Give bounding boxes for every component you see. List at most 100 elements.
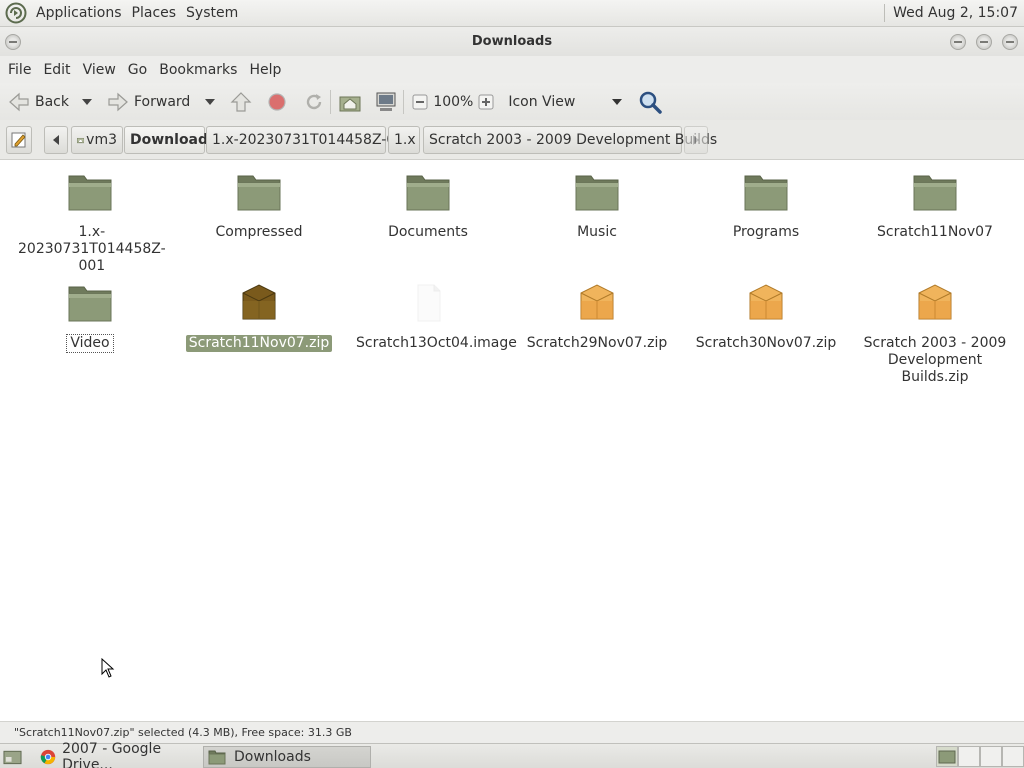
breadcrumb-vm3[interactable]: vm3	[71, 126, 123, 154]
forward-label: Forward	[134, 93, 191, 110]
top-panel: Applications Places System Wed Aug 2, 15…	[0, 0, 1024, 27]
toolbar-separator	[403, 89, 405, 114]
folder-icon	[406, 175, 450, 211]
chevron-down-icon	[205, 98, 216, 105]
archive-icon	[580, 284, 614, 320]
home-button[interactable]	[339, 87, 361, 117]
bottom-panel: 2007 - Google Drive... Downloads	[0, 741, 1024, 768]
window-titlebar[interactable]: Downloads	[0, 27, 1024, 56]
file-item[interactable]: Compressed	[184, 170, 334, 241]
toolbar-separator	[330, 89, 332, 114]
back-history-dropdown[interactable]	[81, 87, 93, 117]
folder-icon	[237, 175, 281, 211]
chevron-down-icon	[82, 98, 92, 105]
breadcrumb-1x[interactable]: 1.x	[388, 126, 420, 154]
maximize-button[interactable]	[976, 34, 992, 50]
menu-file[interactable]: File	[3, 62, 36, 78]
breadcrumb-scratch-builds[interactable]: Scratch 2003 - 2009 Development Builds	[423, 126, 717, 154]
places-menu[interactable]: Places	[127, 5, 182, 21]
file-item[interactable]: Scratch13Oct04.image	[353, 281, 517, 352]
stop-icon	[268, 92, 286, 111]
archive-icon	[242, 284, 276, 320]
file-item[interactable]: Music	[522, 170, 672, 241]
zoom-in-button[interactable]	[478, 87, 494, 117]
mouse-pointer-icon	[101, 658, 115, 678]
file-view[interactable]: 1.x-20230731T014458Z-001 Compressed Docu…	[0, 160, 1024, 721]
desktop-icon	[3, 750, 22, 765]
computer-icon	[376, 92, 396, 111]
status-text: "Scratch11Nov07.zip" selected (4.3 MB), …	[14, 726, 352, 739]
folder-icon	[913, 175, 957, 211]
distro-logo-icon[interactable]	[5, 2, 27, 24]
blank-file-icon	[417, 284, 441, 322]
file-item[interactable]: Programs	[691, 170, 841, 241]
breadcrumb-scroll-right[interactable]	[684, 126, 708, 154]
breadcrumb-downloads[interactable]: Downloads	[124, 126, 216, 154]
search-button[interactable]	[638, 87, 663, 117]
file-name: Music	[577, 224, 617, 240]
menu-edit[interactable]: Edit	[38, 62, 75, 78]
workspace-3[interactable]	[980, 746, 1002, 767]
clock[interactable]: Wed Aug 2, 15:07	[893, 5, 1024, 21]
folder-icon	[68, 286, 112, 322]
view-mode-select[interactable]: Icon View	[508, 87, 623, 117]
file-name: Scratch 2003 - 2009 Development Builds.z…	[863, 335, 1007, 385]
forward-history-dropdown[interactable]	[204, 87, 216, 117]
file-item[interactable]: Scratch30Nov07.zip	[691, 281, 841, 352]
back-arrow-icon	[9, 92, 29, 111]
home-folder-icon	[77, 137, 85, 144]
file-name: Scratch11Nov07	[877, 224, 993, 240]
up-arrow-icon	[230, 91, 252, 112]
file-name: Scratch11Nov07.zip	[185, 335, 333, 352]
archive-icon	[749, 284, 783, 320]
menu-go[interactable]: Go	[123, 62, 152, 78]
view-mode-label: Icon View	[508, 93, 576, 110]
breadcrumb-1x-folder[interactable]: 1.x-20230731T014458Z-001	[206, 126, 413, 154]
file-name: Programs	[732, 224, 800, 240]
zoom-level[interactable]: 100%	[433, 87, 473, 117]
workspace-2[interactable]	[958, 746, 980, 767]
system-menu[interactable]: System	[181, 5, 243, 21]
status-bar: "Scratch11Nov07.zip" selected (4.3 MB), …	[0, 721, 1024, 743]
edit-icon	[11, 132, 26, 148]
close-button[interactable]	[1002, 34, 1018, 50]
file-item[interactable]: Scratch11Nov07.zip	[184, 281, 334, 352]
workspace-4[interactable]	[1002, 746, 1024, 767]
workspace-1[interactable]	[936, 746, 958, 767]
breadcrumb-label: vm3	[86, 132, 117, 148]
window-title: Downloads	[471, 34, 553, 49]
computer-button[interactable]	[375, 87, 397, 117]
toggle-location-entry-button[interactable]	[6, 126, 32, 154]
breadcrumb-scroll-left[interactable]	[44, 126, 68, 154]
window-menu-icon[interactable]	[5, 34, 21, 50]
back-button[interactable]: Back	[8, 87, 69, 117]
menu-bookmarks[interactable]: Bookmarks	[154, 62, 242, 78]
file-name: Scratch29Nov07.zip	[526, 335, 668, 351]
menu-help[interactable]: Help	[244, 62, 286, 78]
file-item[interactable]: Scratch11Nov07	[860, 170, 1010, 241]
file-item[interactable]: Documents	[353, 170, 503, 241]
file-name: Video	[66, 334, 114, 353]
file-item[interactable]: 1.x-20230731T014458Z-001	[15, 170, 166, 275]
zoom-out-button[interactable]	[412, 87, 428, 117]
taskbar-item-downloads[interactable]: Downloads	[203, 746, 371, 768]
file-item[interactable]: Scratch29Nov07.zip	[522, 281, 672, 352]
chrome-icon	[40, 749, 56, 765]
reload-icon	[307, 93, 322, 109]
file-item[interactable]: Scratch 2003 - 2009 Development Builds.z…	[860, 281, 1010, 386]
reload-button[interactable]	[304, 87, 324, 117]
minimize-button[interactable]	[950, 34, 966, 50]
search-icon	[640, 91, 663, 114]
archive-icon	[918, 284, 952, 320]
chevron-left-icon	[53, 135, 59, 145]
show-desktop-button[interactable]	[1, 746, 23, 768]
applications-menu[interactable]: Applications	[31, 5, 127, 21]
up-button[interactable]	[230, 87, 252, 117]
menu-view[interactable]: View	[78, 62, 121, 78]
taskbar-item-chrome[interactable]: 2007 - Google Drive...	[35, 741, 201, 768]
folder-icon	[68, 175, 112, 211]
forward-button[interactable]: Forward	[107, 87, 190, 117]
file-name: Documents	[388, 224, 468, 240]
file-item[interactable]: Video	[15, 281, 165, 353]
stop-button[interactable]	[267, 87, 287, 117]
